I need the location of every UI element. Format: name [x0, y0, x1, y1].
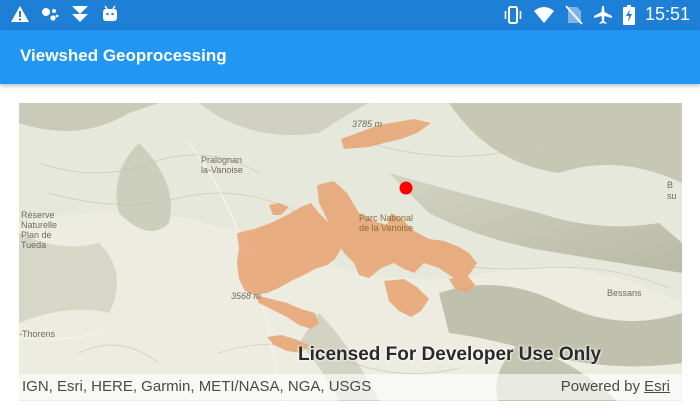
app-bar: Viewshed Geoprocessing	[0, 30, 700, 84]
label-elev-3785: 3785 m	[352, 119, 383, 129]
label-reserve: Réserve Naturelle Plan de Tueda	[21, 210, 58, 250]
airplane-icon	[593, 5, 613, 25]
battery-charging-icon	[622, 4, 635, 25]
status-left-icons	[10, 5, 120, 23]
download-icon	[70, 5, 90, 23]
label-thorens: -Thorens	[19, 329, 56, 339]
warning-icon	[10, 5, 30, 23]
observer-point	[399, 181, 413, 195]
license-watermark: Licensed For Developer Use Only	[298, 344, 602, 365]
android-icon	[100, 5, 120, 23]
esri-link[interactable]: Esri	[644, 378, 670, 395]
label-bessans: Bessans	[607, 288, 642, 298]
map-attribution-bar: IGN, Esri, HERE, Garmin, METI/NASA, NGA,…	[19, 374, 682, 400]
wifi-icon	[533, 5, 555, 25]
powered-by: Powered by Esri	[561, 378, 670, 395]
assistant-icon	[40, 5, 60, 23]
label-pralognan: Pralognan la-Vanoise	[201, 155, 243, 175]
powered-by-label: Powered by	[560, 378, 640, 395]
attribution-text: IGN, Esri, HERE, Garmin, METI/NASA, NGA,…	[22, 378, 372, 395]
vibrate-icon	[503, 5, 523, 25]
status-right-icons: 15:51	[503, 4, 690, 25]
label-elev-3568: 3568 m	[231, 291, 262, 301]
label-parc-national: Parc National de la Vanoise	[359, 213, 414, 233]
label-edge-su: su	[667, 191, 677, 201]
no-sim-icon	[565, 4, 583, 25]
status-clock: 15:51	[644, 4, 690, 24]
status-bar: 15:51	[0, 0, 700, 30]
app-title: Viewshed Geoprocessing	[20, 46, 227, 65]
label-edge-b: B	[667, 180, 674, 190]
